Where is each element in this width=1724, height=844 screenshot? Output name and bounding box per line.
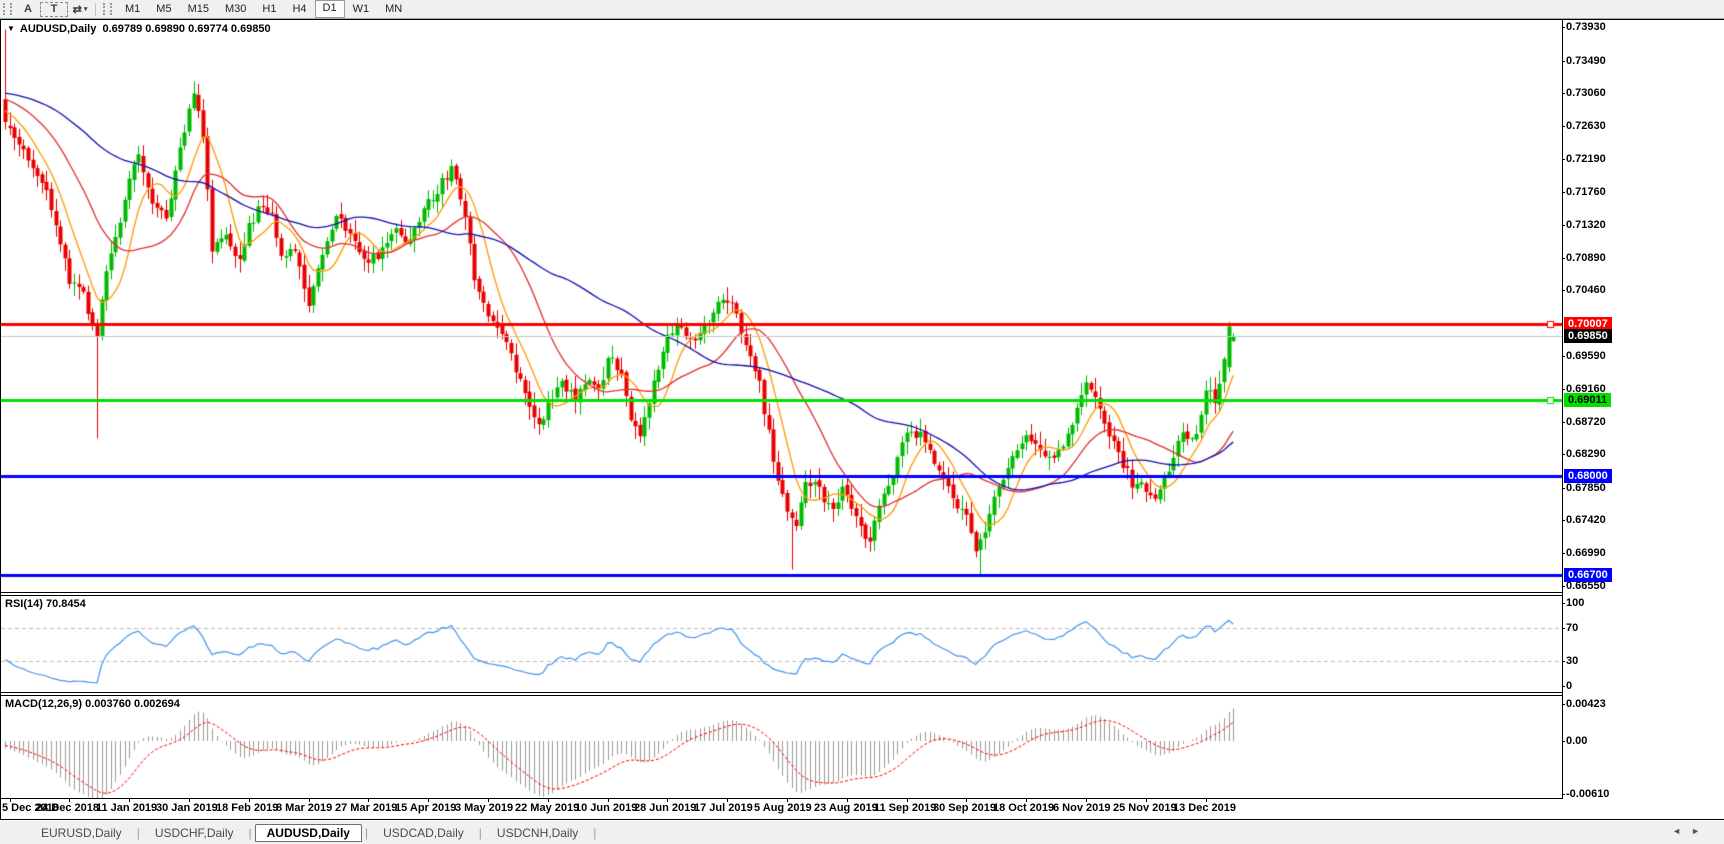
- timeframe-button-h1[interactable]: H1: [254, 1, 284, 17]
- rsi-canvas[interactable]: [1, 596, 1562, 692]
- tab-separator: |: [593, 826, 596, 840]
- tab-separator: |: [479, 826, 482, 840]
- axis-tick-label: 0.68720: [1566, 416, 1606, 429]
- level-price-tag: 0.69011: [1564, 393, 1611, 407]
- date-label: 25 Nov 2019: [1113, 802, 1177, 814]
- macd-pane: MACD(12,26,9) 0.003760 0.002694: [1, 696, 1562, 798]
- tab-scroll-right-icon[interactable]: ►: [1691, 826, 1710, 836]
- date-label: 11 Jan 2019: [96, 802, 157, 814]
- symbol-tab-usdcnh[interactable]: USDCNH,Daily: [485, 824, 590, 842]
- top-toolbar: A T ⇄ ▾ M1M5M15M30H1H4D1W1MN: [0, 0, 1724, 19]
- timeframe-buttons: M1M5M15M30H1H4D1W1MN: [117, 0, 410, 18]
- date-axis[interactable]: 5 Dec 201824 Dec 201811 Jan 201930 Jan 2…: [1, 798, 1562, 819]
- axis-tick-label: 0.72630: [1566, 120, 1606, 133]
- axis-tick-label: 0.73930: [1566, 21, 1606, 34]
- price-chart-pane: ▼ AUDUSD,Daily 0.69789 0.69890 0.69774 0.…: [1, 20, 1562, 592]
- date-label: 18 Feb 2019: [216, 802, 278, 814]
- axis-tick-label: 0.00423: [1566, 698, 1606, 711]
- axis-tick-label: 0.66990: [1566, 547, 1606, 560]
- toolbar-grip-icon: [103, 3, 112, 15]
- price-axis[interactable]: 0.73930 0.73490 0.73060 0.72630 0.72190 0.717…: [1562, 20, 1723, 799]
- tab-separator: |: [365, 826, 368, 840]
- level-price-tag: 0.66700: [1564, 568, 1612, 582]
- timeframe-button-m15[interactable]: M15: [180, 1, 217, 17]
- date-label: 27 Mar 2019: [335, 802, 397, 814]
- symbol-tab-usdchf[interactable]: USDCHF,Daily: [143, 824, 246, 842]
- timeframe-button-mn[interactable]: MN: [377, 1, 410, 17]
- current-price-tag: 0.69850: [1564, 329, 1612, 343]
- axis-tick-label: 0.73490: [1566, 55, 1606, 68]
- macd-label: MACD(12,26,9) 0.003760 0.002694: [5, 698, 180, 710]
- axis-tick-label: -0.00610: [1566, 788, 1609, 801]
- date-label: 30 Jan 2019: [156, 802, 218, 814]
- text-tool-button[interactable]: A: [18, 1, 38, 17]
- chart-symbol-label: AUDUSD,Daily: [20, 23, 96, 35]
- date-label: 8 Mar 2019: [276, 802, 332, 814]
- symbol-tab-eurusd[interactable]: EURUSD,Daily: [29, 824, 134, 842]
- chevron-down-icon: ▾: [84, 5, 88, 13]
- level-price-tag: 0.68000: [1564, 469, 1612, 483]
- date-label: 17 Jul 2019: [694, 802, 753, 814]
- date-label: 10 Jun 2019: [575, 802, 637, 814]
- tab-separator: |: [137, 826, 140, 840]
- axis-tick-label: 0.72190: [1566, 153, 1606, 166]
- axis-tick-label: 0.73060: [1566, 87, 1606, 100]
- date-label: 11 Sep 2019: [874, 802, 936, 814]
- axis-tick-label: 0.70460: [1566, 284, 1606, 297]
- chart-ohlc-values: 0.69789 0.69890 0.69774 0.69850: [102, 23, 270, 35]
- symbol-tab-audusd[interactable]: AUDUSD,Daily: [255, 824, 362, 842]
- date-label: 5 Aug 2019: [754, 802, 812, 814]
- date-label: 24 Dec 2018: [36, 802, 99, 814]
- date-label: 28 Jun 2019: [634, 802, 696, 814]
- axis-tick-label: 0.70890: [1566, 252, 1606, 265]
- macd-canvas[interactable]: [1, 696, 1562, 798]
- timeframe-button-w1[interactable]: W1: [345, 1, 378, 17]
- symbol-tab-bar-tabs: EURUSD,Daily|USDCHF,Daily|AUDUSD,Daily|U…: [26, 824, 596, 842]
- axis-tick-label: 0.67420: [1566, 514, 1606, 527]
- toolbar-grip-icon: [3, 3, 12, 15]
- timeframe-button-m30[interactable]: M30: [217, 1, 254, 17]
- axis-tick-label: 0.00: [1566, 735, 1587, 748]
- date-label: 18 Oct 2019: [993, 802, 1054, 814]
- toolbar-divider: [95, 3, 96, 16]
- date-label: 22 May 2019: [515, 802, 579, 814]
- chart-title: ▼ AUDUSD,Daily 0.69789 0.69890 0.69774 0.…: [7, 23, 271, 35]
- rsi-pane: RSI(14) 70.8454: [1, 596, 1562, 692]
- axis-tick-label: 0.69590: [1566, 350, 1606, 363]
- symbol-tab-usdcad[interactable]: USDCAD,Daily: [371, 824, 476, 842]
- arrows-icon: ⇄: [73, 3, 82, 16]
- date-label: 15 Apr 2019: [395, 802, 456, 814]
- axis-tick-label: 70: [1566, 622, 1578, 635]
- tab-scroll-left-icon[interactable]: ◄: [1672, 826, 1691, 836]
- axis-tick-label: 0: [1566, 680, 1572, 693]
- chart-collapse-icon[interactable]: ▼: [7, 24, 15, 33]
- date-label: 3 May 2019: [455, 802, 513, 814]
- chart-window: ▼ AUDUSD,Daily 0.69789 0.69890 0.69774 0.…: [0, 19, 1724, 820]
- label-tool-button[interactable]: T: [40, 2, 68, 17]
- timeframe-button-m1[interactable]: M1: [117, 1, 148, 17]
- symbol-tab-bar: EURUSD,Daily|USDCHF,Daily|AUDUSD,Daily|U…: [0, 821, 1724, 844]
- axis-tick-label: 0.71320: [1566, 219, 1606, 232]
- axis-tick-label: 0.71760: [1566, 186, 1606, 199]
- tab-separator: |: [249, 826, 252, 840]
- axis-tick-label: 30: [1566, 655, 1578, 668]
- axis-tick-label: 0.67850: [1566, 482, 1606, 495]
- date-label: 6 Nov 2019: [1053, 802, 1110, 814]
- axis-tick-label: 100: [1566, 597, 1584, 610]
- date-label: 30 Sep 2019: [933, 802, 996, 814]
- timeframe-button-m5[interactable]: M5: [148, 1, 179, 17]
- axis-tick-label: 0.68290: [1566, 448, 1606, 461]
- timeframe-button-d1[interactable]: D1: [315, 0, 345, 18]
- tab-scroll-buttons: ◄►: [1672, 826, 1710, 836]
- rsi-label: RSI(14) 70.8454: [5, 598, 86, 610]
- arrows-tool-button[interactable]: ⇄ ▾: [70, 1, 90, 17]
- main-chart-canvas[interactable]: [1, 20, 1562, 592]
- timeframe-button-h4[interactable]: H4: [284, 1, 314, 17]
- date-label: 13 Dec 2019: [1173, 802, 1236, 814]
- date-label: 23 Aug 2019: [814, 802, 878, 814]
